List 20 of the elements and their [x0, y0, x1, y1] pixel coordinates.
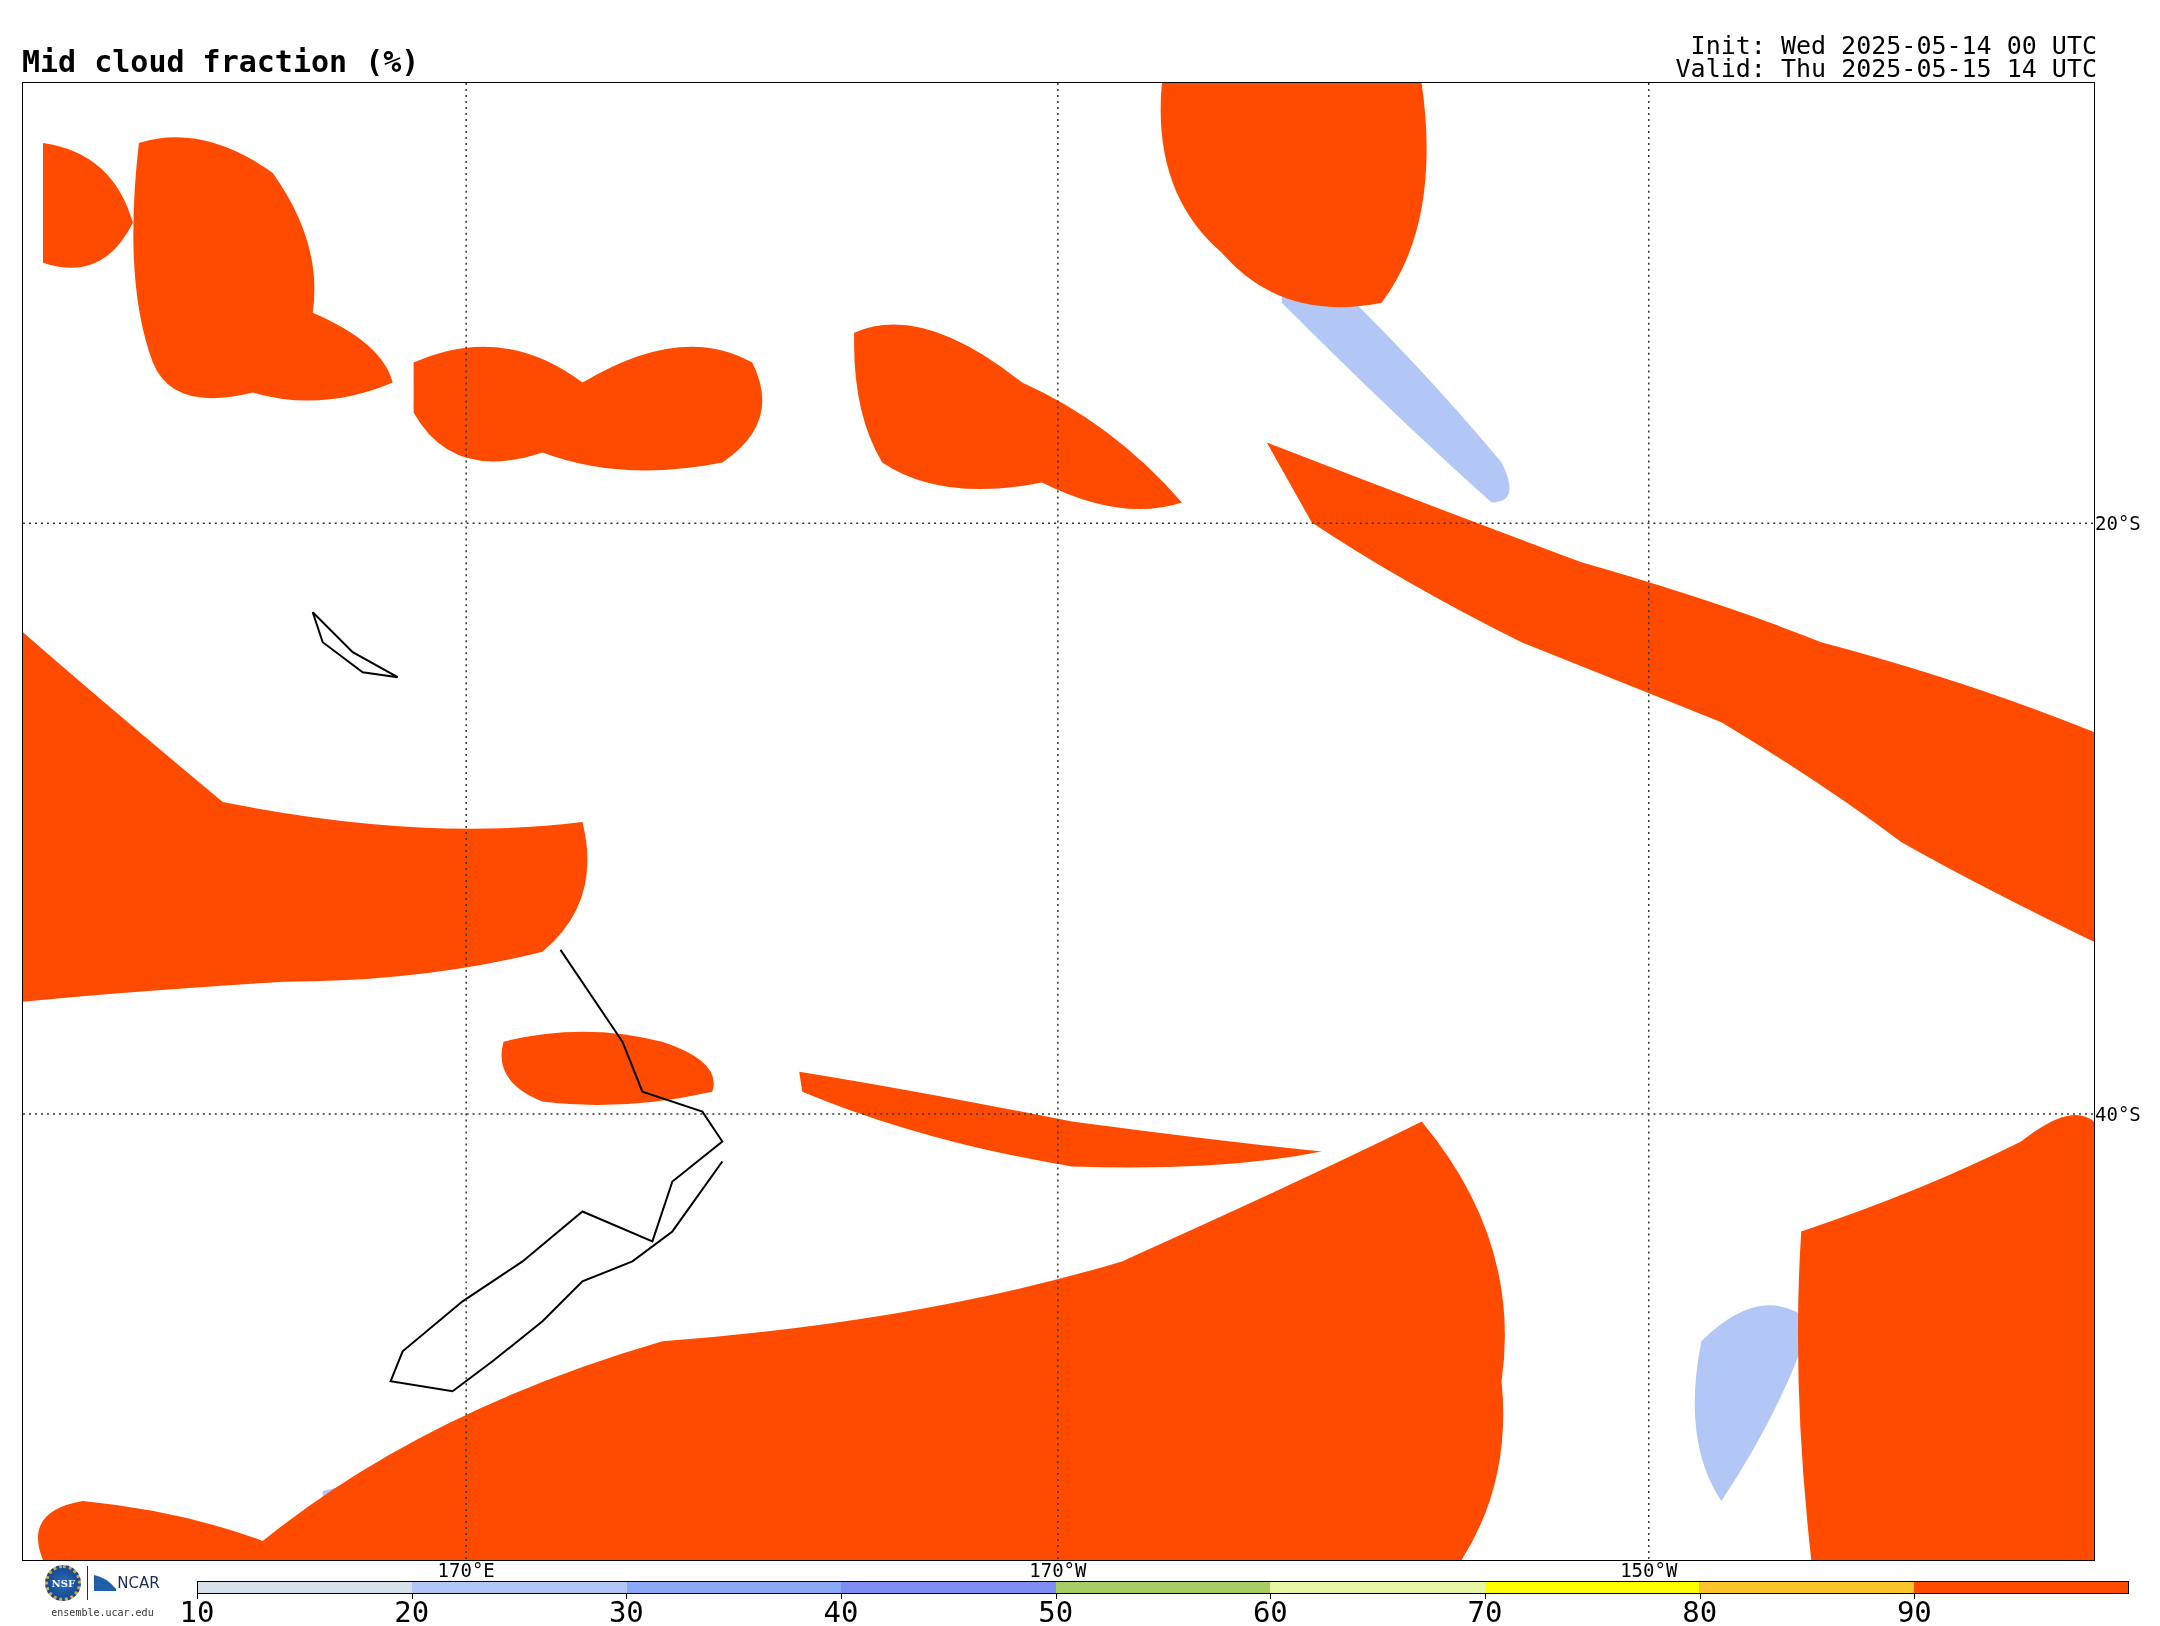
tick-label: 60	[1252, 1598, 1288, 1626]
tick-label: 40	[823, 1598, 859, 1626]
latitude-label: 20°S	[2095, 513, 2141, 533]
site-url: ensemble.ucar.edu	[51, 1607, 154, 1618]
tick-label: 80	[1682, 1598, 1718, 1626]
seal-logo: NSF	[45, 1565, 82, 1601]
tick-label: 70	[1467, 1598, 1503, 1626]
latitude-label: 40°S	[2095, 1104, 2141, 1124]
tick-label: 20	[394, 1598, 430, 1626]
init-time: Init: Wed 2025-05-14 00 UTC	[1690, 34, 2097, 57]
tick-label: 50	[1038, 1598, 1074, 1626]
valid-time: Valid: Thu 2025-05-15 14 UTC	[1675, 57, 2097, 80]
longitude-label: 170°W	[1029, 1561, 1087, 1580]
longitude-label: 170°E	[437, 1561, 495, 1580]
tick-label: 10	[179, 1598, 215, 1626]
tick-label: 90	[1896, 1598, 1932, 1626]
tick-label: 30	[608, 1598, 644, 1626]
chart-title: Mid cloud fraction (%)	[22, 47, 420, 77]
wordmark-logo: NCAR	[94, 1574, 160, 1592]
longitude-label: 150°W	[1620, 1561, 1678, 1580]
